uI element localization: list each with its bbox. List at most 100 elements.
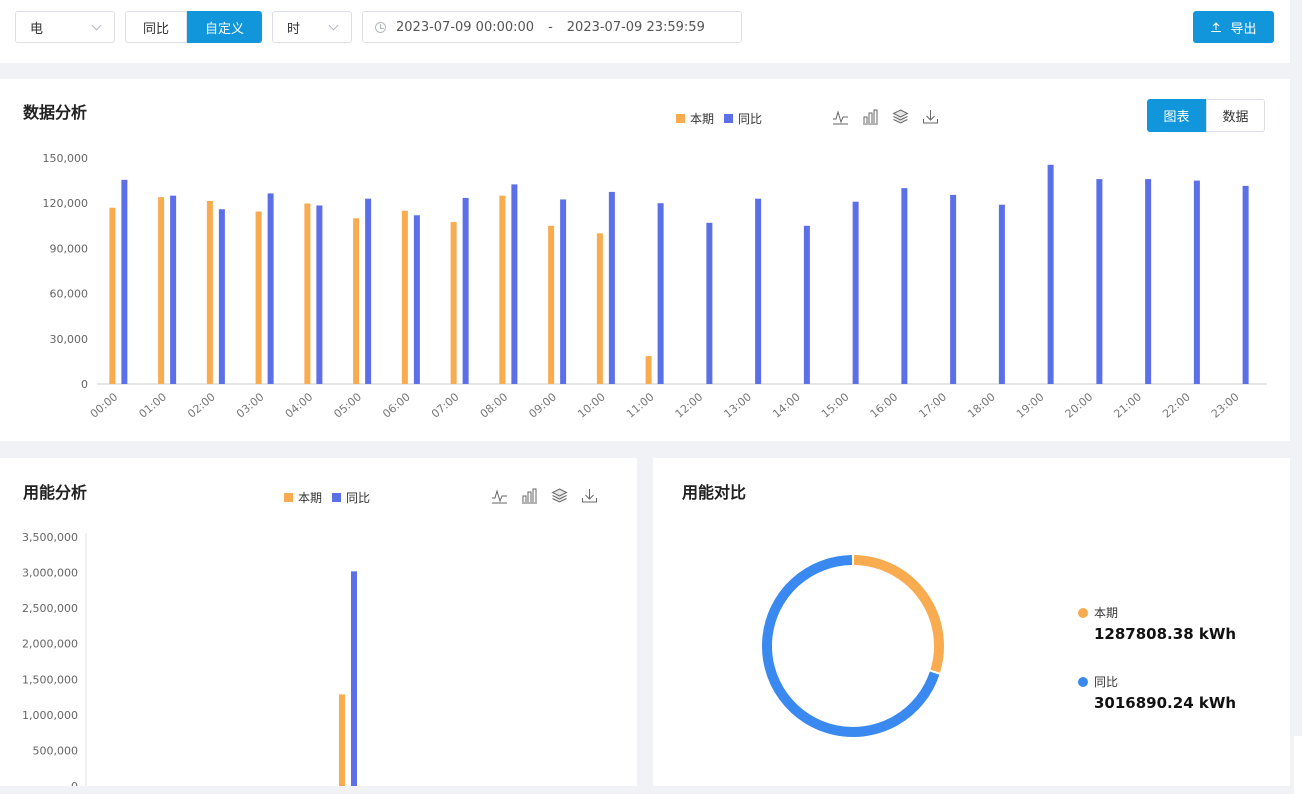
- tab-chart[interactable]: 图表: [1147, 99, 1206, 132]
- legend-item-current[interactable]: 本期: [676, 110, 714, 127]
- legend-item-yoy[interactable]: 同比: [332, 489, 370, 506]
- bar-current: [158, 197, 165, 384]
- legend-item-yoy[interactable]: 同比: [724, 110, 762, 127]
- stack-icon[interactable]: [892, 108, 909, 125]
- tab-yoy[interactable]: 同比: [125, 11, 188, 43]
- bar-yoy: [1047, 164, 1054, 384]
- stack-icon[interactable]: [551, 487, 568, 504]
- scrollbar-track[interactable]: [1290, 0, 1302, 794]
- bar-current: [255, 211, 262, 384]
- y-tick-label: 1,500,000: [22, 673, 78, 686]
- line-chart-icon[interactable]: [832, 108, 849, 125]
- upload-icon: [1211, 22, 1222, 33]
- y-tick-label: 0: [81, 378, 88, 391]
- tab-data[interactable]: 数据: [1206, 99, 1265, 132]
- bar-current: [304, 203, 311, 384]
- bar-yoy: [803, 225, 810, 384]
- x-tick-label: 10:00: [575, 390, 608, 420]
- bar-yoy: [755, 198, 762, 384]
- legend-label: 本期: [1094, 606, 1119, 620]
- x-tick-label: 22:00: [1160, 390, 1193, 420]
- x-tick-label: 17:00: [916, 390, 949, 420]
- bar-yoy: [560, 199, 567, 384]
- download-icon[interactable]: [581, 487, 598, 504]
- y-tick-label: 90,000: [50, 242, 89, 255]
- chart-legend: 本期 同比: [284, 489, 380, 506]
- y-tick-label: 1,000,000: [22, 709, 78, 722]
- date-separator: -: [548, 19, 553, 35]
- chart-legend: 本期 同比: [676, 110, 772, 127]
- bar-yoy: [365, 198, 372, 384]
- bar-yoy: [511, 184, 518, 384]
- bar-yoy: [998, 204, 1005, 384]
- donut-legend-yoy: 同比 3016890.24 kWh: [1078, 673, 1236, 712]
- legend-swatch: [1078, 607, 1088, 618]
- y-tick-label: 30,000: [50, 333, 89, 346]
- line-chart-icon[interactable]: [491, 487, 508, 504]
- donut-slice-current: [853, 555, 944, 673]
- bar-yoy: [462, 197, 469, 384]
- x-tick-label: 04:00: [283, 390, 316, 420]
- legend-label: 同比: [738, 112, 763, 126]
- x-tick-label: 11:00: [624, 390, 657, 420]
- bar-yoy: [267, 193, 274, 384]
- legend-swatch: [332, 493, 342, 502]
- x-tick-label: 12:00: [673, 390, 706, 420]
- download-icon[interactable]: [922, 108, 939, 125]
- y-tick-label: 0: [71, 780, 78, 786]
- tab-custom[interactable]: 自定义: [187, 11, 263, 43]
- bar-yoy: [351, 571, 357, 786]
- bar-yoy: [316, 205, 323, 384]
- bar-chart-icon[interactable]: [521, 487, 538, 504]
- y-tick-label: 2,500,000: [22, 602, 78, 615]
- x-tick-label: 02:00: [185, 390, 218, 420]
- date-start[interactable]: 2023-07-09 00:00:00: [396, 20, 534, 35]
- x-tick-label: 07:00: [429, 390, 462, 420]
- x-tick-label: 18:00: [965, 390, 998, 420]
- bar-yoy: [901, 188, 908, 384]
- bar-yoy: [1242, 185, 1249, 384]
- bar-yoy: [170, 195, 177, 384]
- export-button[interactable]: 导出: [1193, 11, 1274, 43]
- y-tick-label: 60,000: [50, 288, 89, 301]
- export-label: 导出: [1230, 21, 1257, 37]
- usage-compare-panel: 用能对比 本期 1287808.38 kWh 同比 3016890.24 kWh: [653, 458, 1290, 786]
- bar-yoy: [1145, 179, 1152, 384]
- panel-title: 数据分析: [23, 103, 88, 122]
- bar-yoy: [706, 222, 713, 384]
- legend-swatch: [724, 114, 734, 123]
- bar-current: [401, 210, 408, 384]
- y-tick-label: 150,000: [43, 152, 89, 165]
- filter-toolbar: 电 同比 自定义 时 2023-07-09 00:00:00 - 2023-07…: [0, 0, 1290, 63]
- legend-label: 同比: [346, 491, 371, 505]
- granularity-select[interactable]: 时: [272, 11, 352, 43]
- energy-type-select[interactable]: 电: [15, 11, 115, 43]
- chart-toolbox: [832, 108, 952, 125]
- bar-current: [645, 356, 652, 384]
- x-tick-label: 06:00: [380, 390, 413, 420]
- usage-analysis-panel: 用能分析 本期 同比 0 500,000 1,000,000 1,500,000 2,0…: [0, 458, 637, 786]
- bar-yoy: [1193, 180, 1200, 384]
- x-tick-label: 05:00: [331, 390, 364, 420]
- legend-swatch: [676, 114, 685, 123]
- date-range-picker[interactable]: 2023-07-09 00:00:00 - 2023-07-09 23:59:5…: [362, 11, 742, 43]
- y-tick-label: 2,000,000: [22, 638, 78, 651]
- x-tick-label: 21:00: [1111, 390, 1144, 420]
- usage-bar-chart: 0 500,000 1,000,000 1,500,000 2,000,000 2,500…: [22, 531, 357, 786]
- y-tick-label: 500,000: [33, 744, 79, 757]
- bar-current: [450, 222, 457, 384]
- view-toggle: 图表 数据: [1147, 99, 1265, 132]
- x-tick-label: 08:00: [478, 390, 511, 420]
- date-end[interactable]: 2023-07-09 23:59:59: [567, 20, 705, 35]
- legend-item-current[interactable]: 本期: [284, 489, 322, 506]
- x-tick-label: 14:00: [770, 390, 803, 420]
- bar-current: [206, 200, 213, 384]
- legend-value: 3016890.24 kWh: [1094, 694, 1237, 712]
- x-tick-label: 16:00: [868, 390, 901, 420]
- legend-label: 本期: [690, 112, 715, 126]
- bar-chart-icon[interactable]: [862, 108, 879, 125]
- energy-type-value: 电: [30, 21, 44, 37]
- legend-swatch: [1078, 676, 1088, 687]
- x-tick-label: 20:00: [1063, 390, 1096, 420]
- scrollbar-thumb[interactable]: [1294, 736, 1302, 794]
